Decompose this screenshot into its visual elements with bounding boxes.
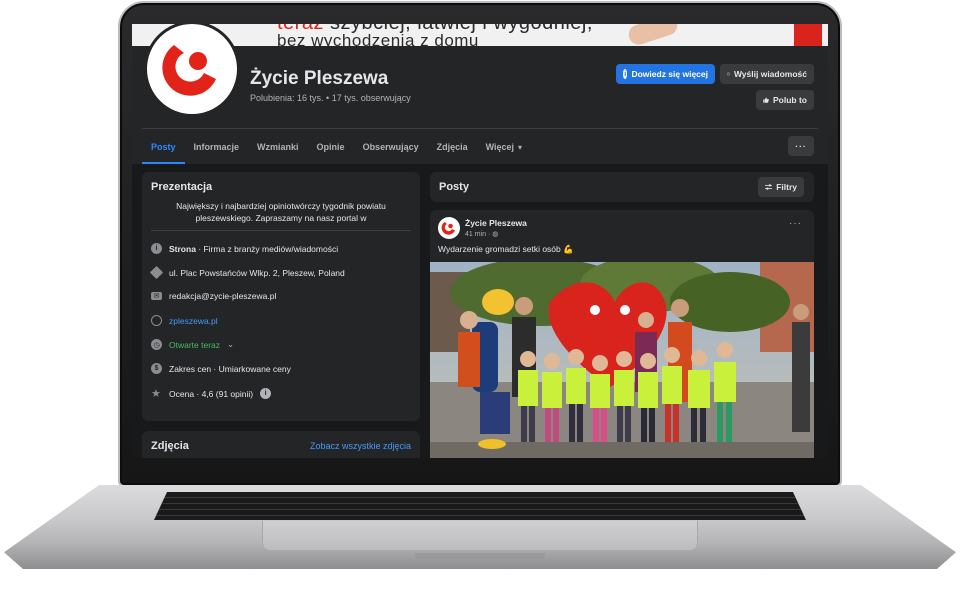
filters-button[interactable]: Filtry (758, 177, 804, 197)
page-stats[interactable]: Polubienia: 16 tys. • 17 tys. obserwując… (250, 93, 411, 103)
tab-photos[interactable]: Zdjęcia (428, 130, 477, 164)
cover-hand-graphic (626, 24, 680, 46)
clock-icon: ◷ (151, 339, 162, 350)
intro-card: Prezentacja Największy i najbardziej opi… (142, 172, 420, 421)
info-row-rating[interactable]: ★ Ocena · 4,6 (91 opinii) i (151, 387, 272, 400)
star-icon: ★ (151, 388, 161, 400)
post-photo-graphic (430, 262, 814, 458)
cover-text-line2: bez wychodzenia z domu (277, 31, 479, 46)
see-all-photos-link[interactable]: Zobacz wszystkie zdjęcia (310, 441, 411, 451)
intro-title: Prezentacja (151, 181, 213, 193)
facebook-page-screen: teraz szybciej, łatwiej i wygodniej, bez… (132, 24, 828, 458)
info-row-hours[interactable]: ◷ Otwarte teraz ⌄ (151, 339, 234, 350)
thumbs-up-icon (763, 97, 769, 103)
info-icon: i (260, 388, 272, 399)
children-group (518, 342, 736, 442)
post-photo[interactable] (430, 262, 814, 458)
intro-divider (151, 230, 411, 231)
sliders-icon (765, 184, 773, 190)
info-icon: i (623, 69, 628, 79)
post-text: Wydarzenie gromadzi setki osób 💪 (438, 244, 574, 254)
profile-picture[interactable] (144, 24, 240, 117)
info-row-website[interactable]: zpleszewa.pl (151, 315, 218, 326)
brand-logo-icon (441, 222, 455, 235)
page-title[interactable]: Życie Pleszewa (250, 68, 388, 90)
more-options-button[interactable]: ··· (788, 136, 814, 156)
messenger-icon (727, 72, 730, 76)
posts-title: Posty (439, 181, 469, 193)
tab-mentions[interactable]: Wzmianki (248, 130, 308, 164)
info-icon: i (151, 243, 162, 254)
laptop-notch (415, 553, 545, 561)
tab-about[interactable]: Informacje (185, 130, 249, 164)
info-row-email[interactable]: ✉ redakcja@zycie-pleszewa.pl (151, 291, 276, 301)
posts-header-card: Posty Filtry (430, 172, 814, 202)
page-header: Życie Pleszewa Polubienia: 16 tys. • 17 … (132, 24, 828, 164)
info-row-category: i Strona · Firma z branży mediów/wiadomo… (151, 243, 338, 254)
send-message-button[interactable]: Wyślij wiadomość (720, 64, 814, 84)
price-icon: $ (151, 363, 162, 374)
cover-photo: teraz szybciej, łatwiej i wygodniej, bez… (132, 24, 828, 46)
page-tabs: Posty Informacje Wzmianki Opinie Obserwu… (142, 130, 531, 164)
tab-more[interactable]: Więcej ▾ (477, 130, 531, 164)
public-globe-icon: ◍ (492, 231, 499, 238)
photos-card: Zdjęcia Zobacz wszystkie zdjęcia (142, 431, 420, 458)
info-row-price: $ Zakres cen · Umiarkowane ceny (151, 363, 291, 374)
tab-posts[interactable]: Posty (142, 130, 185, 164)
post-author-avatar[interactable] (438, 217, 460, 239)
post-menu-button[interactable]: ··· (789, 218, 802, 229)
laptop-keyboard (154, 492, 806, 520)
location-icon (149, 265, 164, 280)
post-author-name[interactable]: Życie Pleszewa (465, 218, 527, 228)
learn-more-button[interactable]: i Dowiedz się więcej (616, 64, 715, 84)
post-card: Życie Pleszewa 41 min · ◍ ··· Wydarzenie… (430, 210, 814, 458)
brand-logo-icon (162, 45, 216, 96)
photos-title: Zdjęcia (151, 440, 189, 452)
globe-icon (151, 315, 162, 326)
laptop-trackpad (262, 521, 698, 551)
post-timestamp[interactable]: 41 min · ◍ (465, 230, 498, 238)
cover-brand-tile (794, 24, 822, 46)
tab-followers[interactable]: Obserwujący (354, 130, 428, 164)
chevron-down-icon: ⌄ (227, 339, 235, 349)
header-divider (142, 128, 818, 129)
like-page-button[interactable]: Polub to (756, 90, 814, 110)
tab-reviews[interactable]: Opinie (308, 130, 354, 164)
info-row-address[interactable]: ul. Plac Powstańców Wlkp. 2, Pleszew, Po… (149, 265, 345, 280)
mail-icon: ✉ (151, 292, 162, 300)
caret-down-icon: ▾ (518, 142, 523, 152)
intro-description: Największy i najbardziej opiniotwórczy t… (176, 201, 386, 223)
